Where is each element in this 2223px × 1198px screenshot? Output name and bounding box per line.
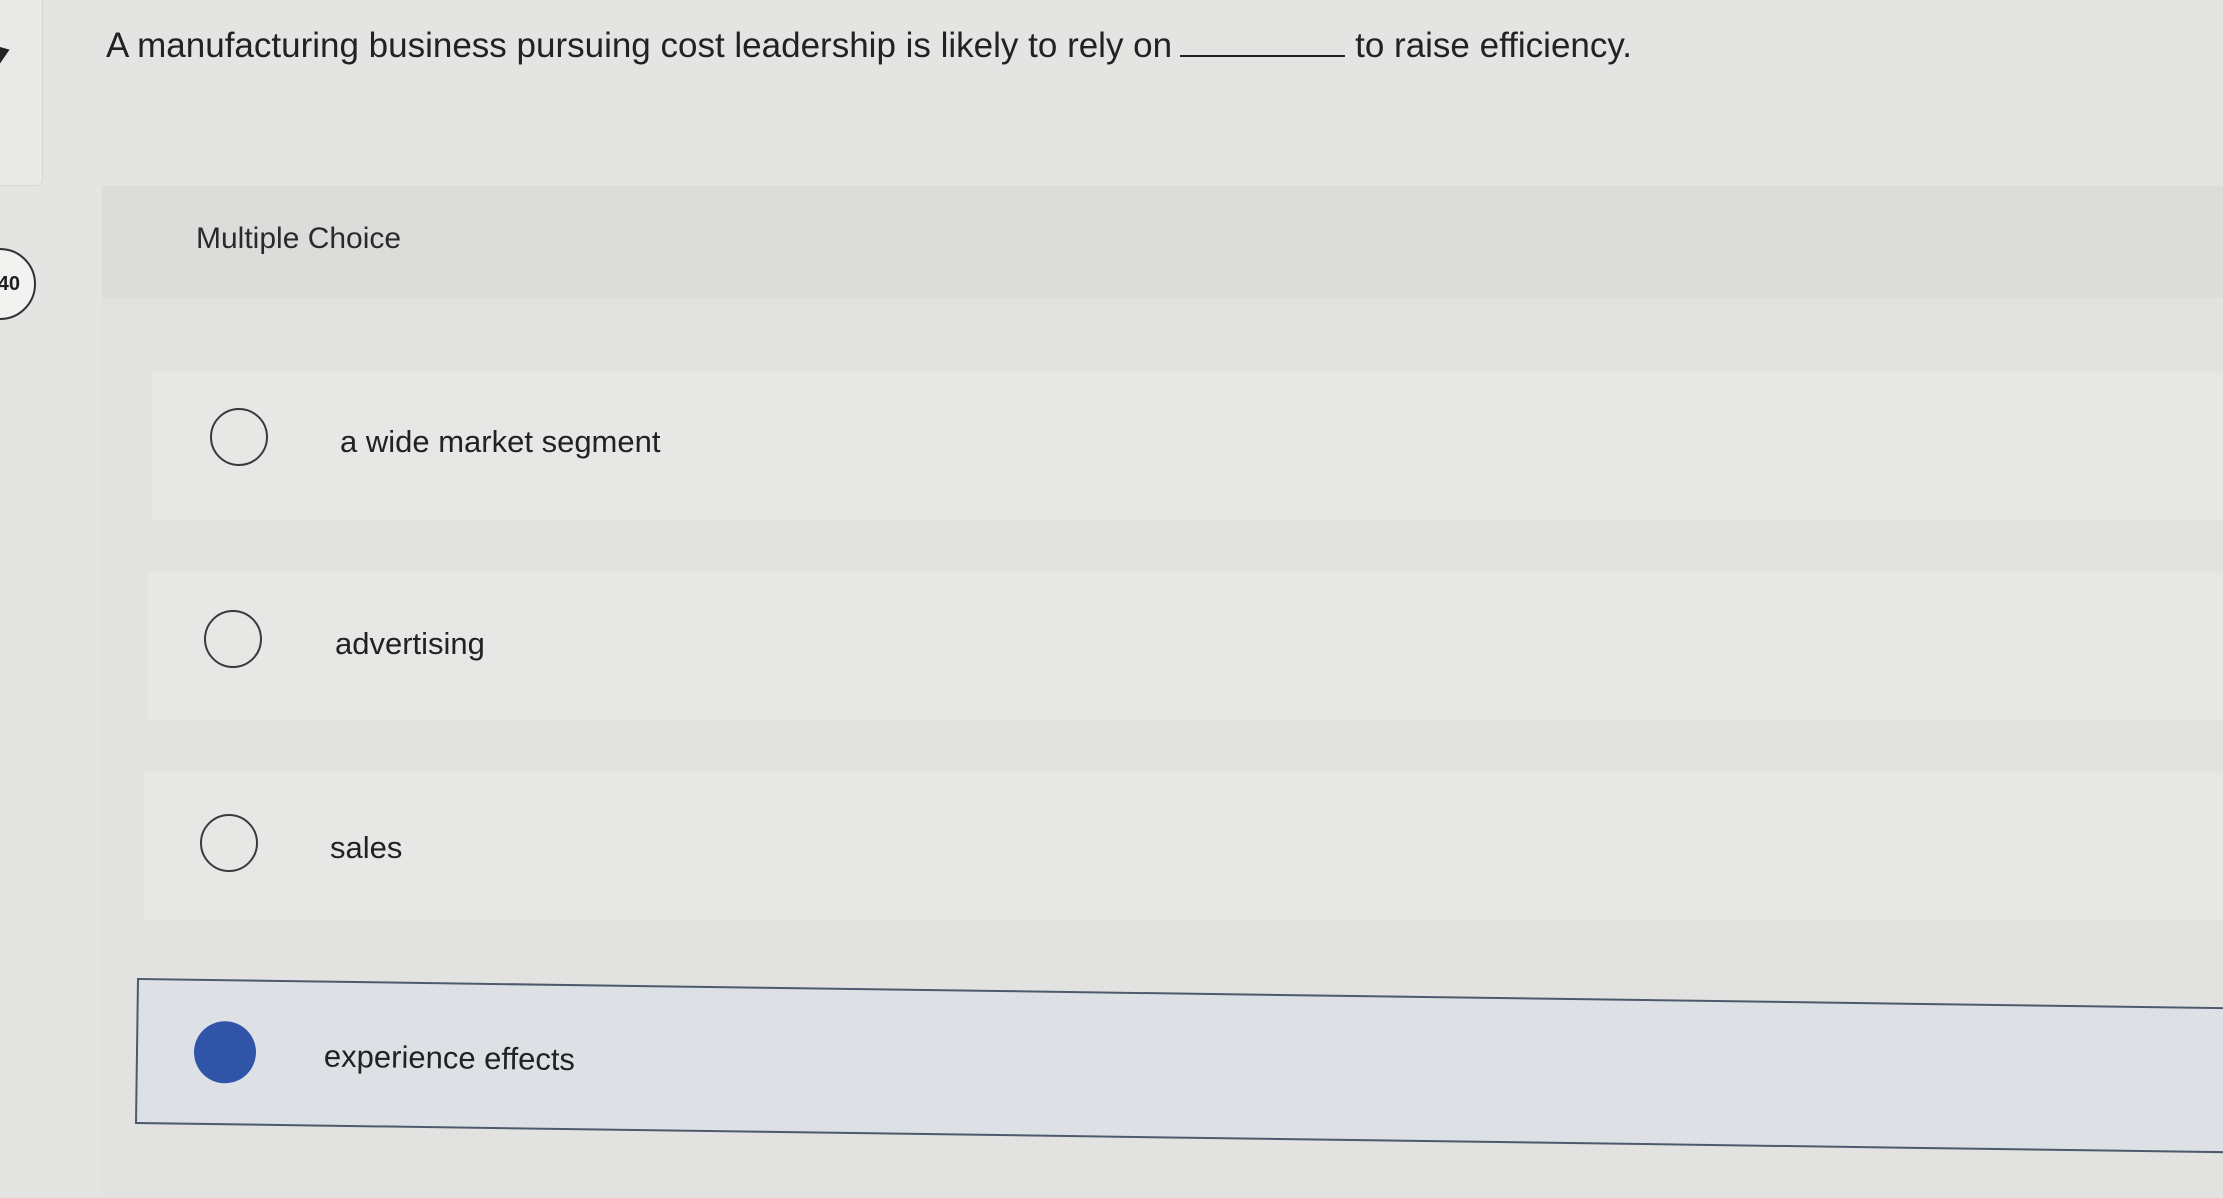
question-number: 40 <box>0 272 20 295</box>
arrow-icon[interactable] <box>0 40 13 64</box>
question-text-after: to raise efficiency. <box>1355 26 1633 65</box>
multiple-choice-label: Multiple Choice <box>196 222 402 255</box>
radio-button[interactable] <box>204 610 262 668</box>
radio-button[interactable] <box>210 408 268 466</box>
option-label: sales <box>330 830 403 865</box>
option-experience-effects[interactable]: experience effects <box>134 978 2223 1154</box>
radio-button[interactable] <box>200 814 258 872</box>
option-label: experience effects <box>323 1038 576 1078</box>
option-sales[interactable]: sales <box>144 772 2223 920</box>
question-number-badge[interactable]: 40 <box>0 248 36 320</box>
radio-button-selected[interactable] <box>193 1020 257 1084</box>
option-label: advertising <box>335 626 485 661</box>
question-prompt: A manufacturing business pursuing cost l… <box>106 26 1632 66</box>
option-label: a wide market segment <box>340 424 661 459</box>
question-text-before: A manufacturing business pursuing cost l… <box>106 26 1173 65</box>
multiple-choice-header: Multiple Choice <box>102 186 2223 298</box>
left-rail <box>0 0 43 186</box>
option-a-wide-market-segment[interactable]: a wide market segment <box>152 372 2223 520</box>
fill-in-blank <box>1180 54 1346 57</box>
option-advertising[interactable]: advertising <box>148 572 2223 720</box>
